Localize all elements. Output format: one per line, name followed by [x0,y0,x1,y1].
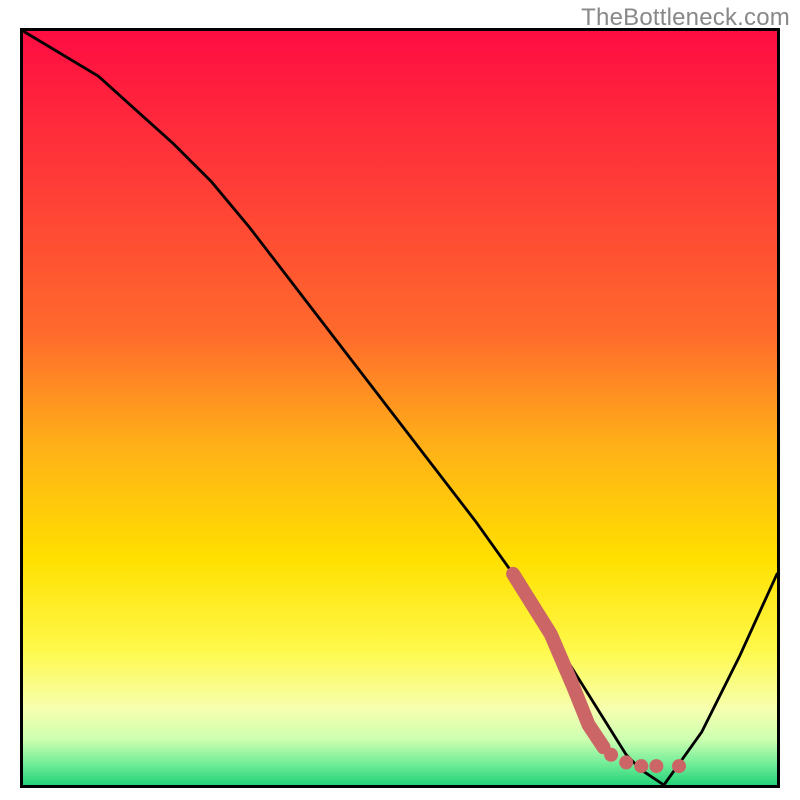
plot-area [20,28,780,788]
series-marker-dots-dot [634,759,648,773]
series-marker-dots-dot [604,748,618,762]
gradient-fill [23,31,777,785]
chart-wrapper: TheBottleneck.com [0,0,800,800]
series-marker-dots-dot [619,755,633,769]
plot-svg [20,28,780,788]
series-marker-dots-dot [672,759,686,773]
series-marker-dots-dot [649,759,663,773]
